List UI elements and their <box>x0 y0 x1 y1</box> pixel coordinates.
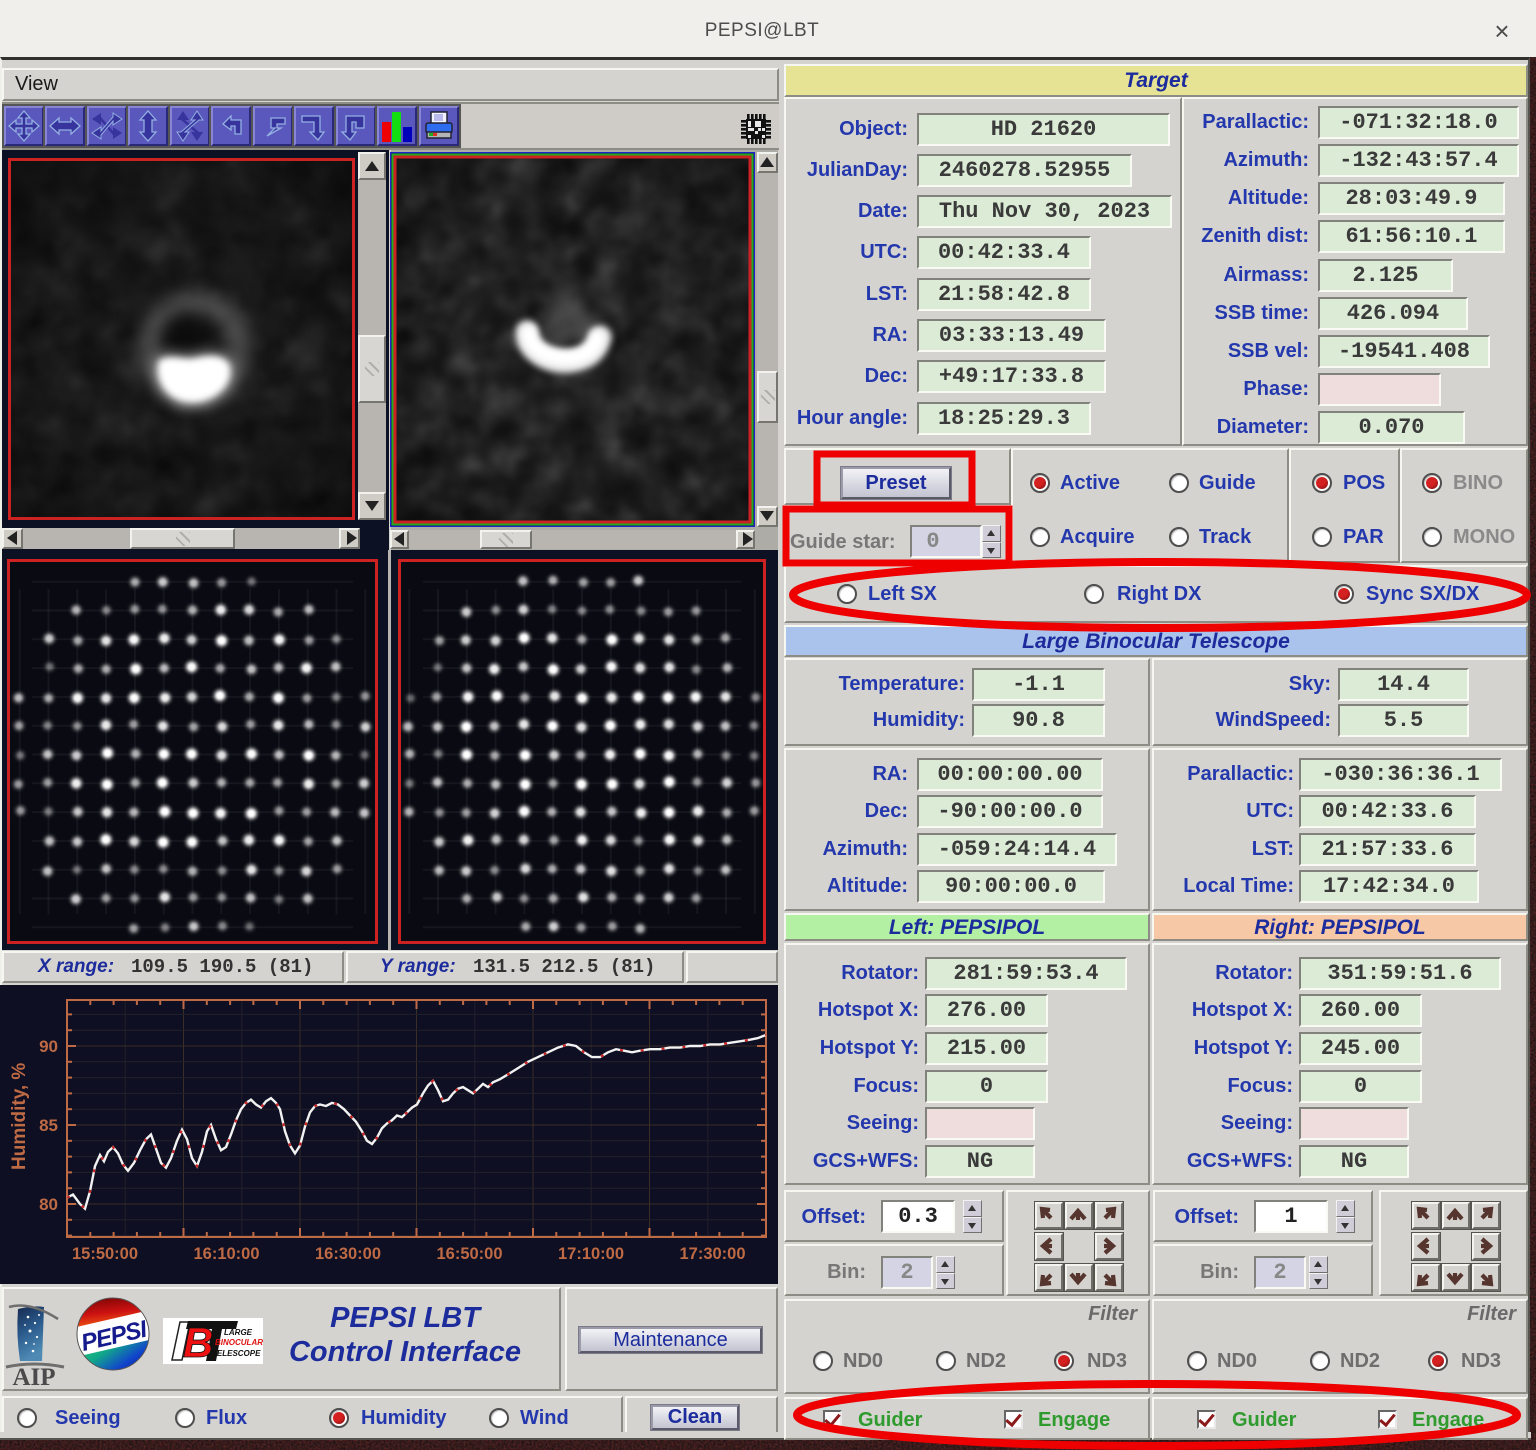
svg-text:90: 90 <box>39 1037 58 1056</box>
svg-text:85: 85 <box>39 1116 58 1135</box>
svg-text:80: 80 <box>39 1195 58 1214</box>
svg-text:16:30:00: 16:30:00 <box>315 1245 381 1263</box>
svg-text:AIP: AIP <box>12 1364 55 1387</box>
svg-text:B: B <box>183 1319 213 1364</box>
svg-text:17:10:00: 17:10:00 <box>558 1245 624 1263</box>
svg-text:17:30:00: 17:30:00 <box>679 1245 745 1263</box>
svg-text:LARGE: LARGE <box>224 1328 253 1337</box>
svg-text:16:50:00: 16:50:00 <box>436 1245 502 1263</box>
svg-text:15:50:00: 15:50:00 <box>72 1245 138 1263</box>
svg-text:Humidity, %: Humidity, % <box>9 1063 30 1170</box>
svg-text:TELESCOPE: TELESCOPE <box>212 1349 261 1358</box>
svg-text:BINOCULAR: BINOCULAR <box>215 1338 263 1347</box>
svg-text:16:10:00: 16:10:00 <box>193 1245 259 1263</box>
